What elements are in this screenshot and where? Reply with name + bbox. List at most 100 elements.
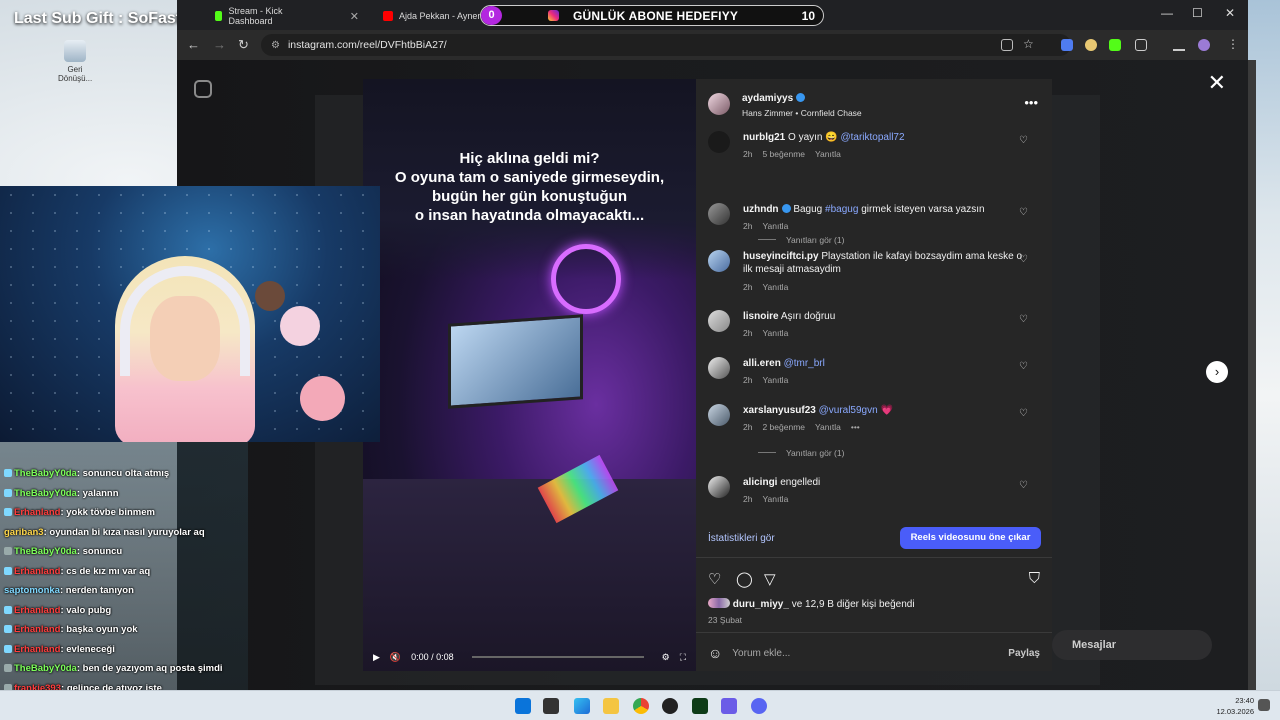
liked-by-row[interactable]: duru_miyy_ ve 12,9 B diğer kişi beğendi: [708, 598, 915, 610]
commenter-avatar[interactable]: [708, 203, 730, 225]
next-post-button[interactable]: ›: [1206, 361, 1228, 383]
bookmark-star-icon[interactable]: ☆: [1023, 37, 1034, 51]
commenter-avatar[interactable]: [708, 404, 730, 426]
profile-avatar-icon[interactable]: [1198, 39, 1210, 51]
reload-icon[interactable]: ↻: [238, 37, 249, 53]
commenter-username[interactable]: huseyinciftci.py: [743, 251, 819, 262]
edge-browser-icon[interactable]: [574, 698, 590, 714]
commenter-avatar[interactable]: [708, 131, 730, 153]
hashtag-link[interactable]: #bagug: [825, 204, 858, 215]
start-menu-icon[interactable]: [515, 698, 531, 714]
play-icon[interactable]: ▶: [373, 652, 380, 663]
tab-kick-dashboard[interactable]: Stream - Kick Dashboard ✕: [207, 4, 367, 28]
comment-likes[interactable]: 5 beğenme: [762, 149, 805, 159]
liked-by-avatars: [708, 598, 730, 608]
boost-reel-button[interactable]: Reels videosunu öne çıkar: [900, 527, 1041, 549]
translate-extension-icon[interactable]: [1061, 39, 1073, 51]
like-comment-icon[interactable]: ♡: [1019, 408, 1028, 419]
like-comment-icon[interactable]: ♡: [1019, 361, 1028, 372]
recycle-bin-desktop-icon[interactable]: Geri Dönüşü...: [58, 40, 92, 83]
chat-message: başka oyun yok: [66, 624, 138, 635]
notification-icon[interactable]: [1258, 699, 1270, 711]
like-comment-icon[interactable]: ♡: [1019, 207, 1028, 218]
reply-button[interactable]: Yanıtla: [762, 375, 788, 385]
reply-button[interactable]: Yanıtla: [762, 221, 788, 231]
reply-button[interactable]: Yanıtla: [762, 282, 788, 292]
author-avatar[interactable]: [708, 93, 730, 115]
commenter-username[interactable]: nurblg21: [743, 132, 785, 143]
streaming-app-icon[interactable]: [721, 698, 737, 714]
more-options-icon[interactable]: •••: [1024, 95, 1038, 110]
extension-icon[interactable]: [1085, 39, 1097, 51]
view-insights-link[interactable]: İstatistikleri gör: [708, 533, 775, 544]
author-username[interactable]: aydamiyys: [742, 93, 793, 104]
mention-link[interactable]: @tmr_brl: [784, 358, 825, 369]
reply-button[interactable]: Yanıtla: [815, 422, 841, 432]
install-app-icon[interactable]: [1001, 39, 1013, 51]
caption-line: Hiç aklına geldi mi?: [459, 150, 600, 167]
audio-track[interactable]: Hans Zimmer • Cornfield Chase: [742, 108, 862, 118]
view-replies-button[interactable]: Yanıtları gör (1): [758, 448, 844, 458]
like-comment-icon[interactable]: ♡: [1019, 314, 1028, 325]
instagram-logo-icon[interactable]: [194, 80, 212, 98]
task-view-icon[interactable]: [543, 698, 559, 714]
forward-icon[interactable]: →: [213, 37, 226, 52]
mention-link[interactable]: @tariktopall72: [840, 132, 904, 143]
like-comment-icon[interactable]: ♡: [1019, 135, 1028, 146]
reply-button[interactable]: Yanıtla: [762, 494, 788, 504]
like-heart-icon[interactable]: ♡: [708, 570, 721, 588]
video-progress-bar[interactable]: [471, 656, 644, 658]
comment-likes[interactable]: 2 beğenme: [762, 422, 805, 432]
close-icon[interactable]: ✕: [1208, 70, 1226, 96]
view-replies-button[interactable]: Yanıtları gör (1): [758, 235, 844, 245]
like-comment-icon[interactable]: ♡: [1019, 480, 1028, 491]
site-info-icon[interactable]: ⚙: [271, 40, 280, 51]
mention-link[interactable]: @vural59gvn: [819, 405, 878, 416]
commenter-username[interactable]: lisnoire: [743, 311, 779, 322]
messages-label: Mesajlar: [1072, 639, 1117, 651]
chrome-icon[interactable]: [633, 698, 649, 714]
system-clock[interactable]: 23:40 12.03.2026: [1216, 695, 1254, 717]
like-comment-icon[interactable]: ♡: [1019, 254, 1028, 265]
comment-input[interactable]: Yorum ekle...: [732, 648, 998, 659]
save-bookmark-icon[interactable]: ⛉: [1029, 570, 1040, 587]
comment-bubble-icon[interactable]: ◯: [736, 570, 753, 588]
fullscreen-icon[interactable]: ⛶: [680, 652, 686, 663]
commenter-avatar[interactable]: [708, 476, 730, 498]
discord-icon[interactable]: [751, 698, 767, 714]
close-tab-icon[interactable]: ✕: [350, 10, 359, 23]
reel-video[interactable]: Hiç aklına geldi mi? O oyuna tam o saniy…: [363, 79, 696, 671]
emoji-icon[interactable]: ☺: [708, 645, 722, 661]
address-bar[interactable]: ⚙ instagram.com/reel/DVFhtbBiA27/: [261, 34, 1071, 56]
commenter-username[interactable]: alli.eren: [743, 358, 781, 369]
post-comment-button[interactable]: Paylaş: [1008, 648, 1040, 659]
share-send-icon[interactable]: ▽: [764, 570, 776, 588]
minimize-icon[interactable]: —: [1161, 6, 1173, 20]
back-icon[interactable]: ←: [187, 37, 200, 52]
settings-icon[interactable]: ⚙: [662, 652, 670, 663]
commenter-username[interactable]: alicingi: [743, 477, 777, 488]
file-explorer-icon[interactable]: [603, 698, 619, 714]
kick-app-icon[interactable]: [692, 698, 708, 714]
media-control-icon[interactable]: [1173, 39, 1185, 51]
scrollbar[interactable]: [1248, 60, 1256, 690]
commenter-username[interactable]: uzhndn: [743, 204, 779, 215]
comment-options-icon[interactable]: •••: [851, 422, 860, 432]
obs-icon[interactable]: [662, 698, 678, 714]
commenter-avatar[interactable]: [708, 357, 730, 379]
menu-kebab-icon[interactable]: ⋮: [1227, 37, 1239, 51]
liked-by-username[interactable]: duru_miyy_: [733, 599, 789, 610]
chat-badge-icon: [4, 469, 12, 477]
reply-button[interactable]: Yanıtla: [815, 149, 841, 159]
reply-button[interactable]: Yanıtla: [762, 328, 788, 338]
maximize-icon[interactable]: ☐: [1192, 6, 1203, 20]
messages-button[interactable]: Mesajlar: [1052, 630, 1212, 660]
mute-icon[interactable]: 🔇: [390, 652, 401, 663]
commenter-avatar[interactable]: [708, 310, 730, 332]
commenter-avatar[interactable]: [708, 250, 730, 272]
kick-extension-icon[interactable]: [1109, 39, 1121, 51]
commenter-username[interactable]: xarslanyusuf23: [743, 405, 816, 416]
liked-by-count[interactable]: ve 12,9 B diğer kişi beğendi: [792, 599, 915, 610]
close-window-icon[interactable]: ✕: [1225, 6, 1235, 20]
extensions-puzzle-icon[interactable]: [1135, 39, 1147, 51]
